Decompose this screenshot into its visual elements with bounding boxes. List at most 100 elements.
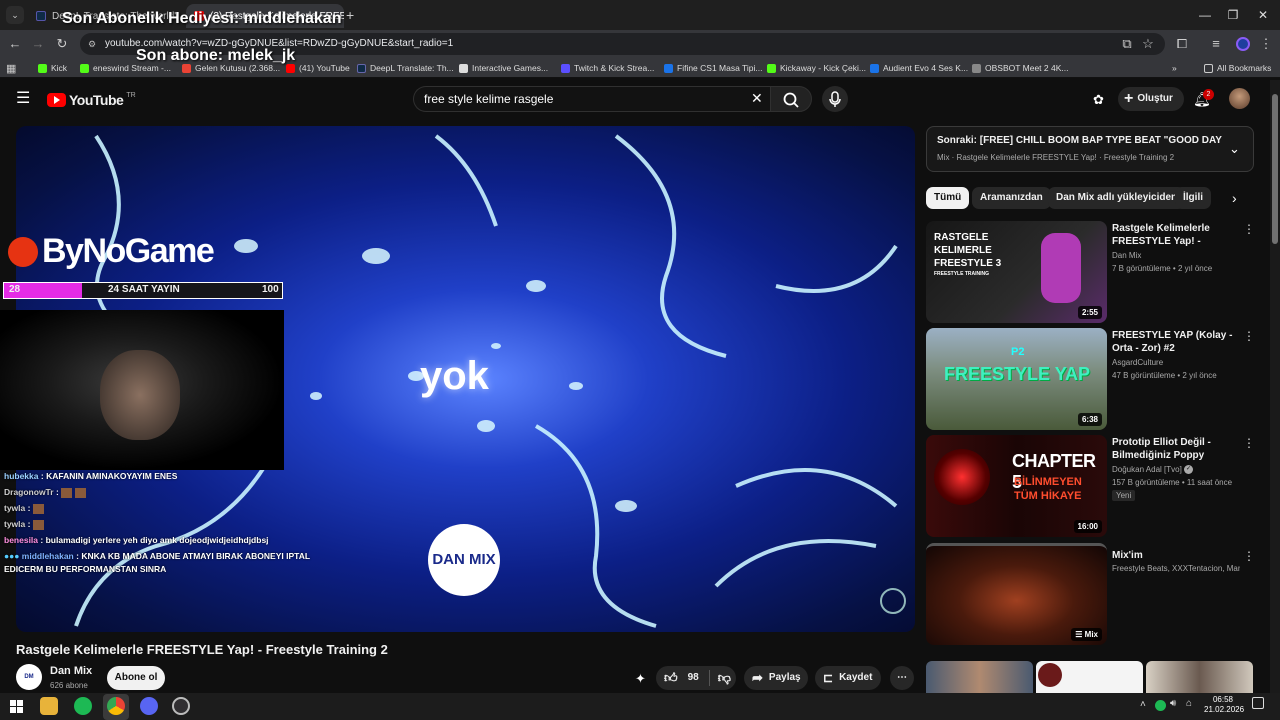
related-thumbnail[interactable]: CHAPTER 5 BİLİNMEYEN TÜM HİKAYE 16:00	[926, 435, 1107, 537]
bookmark-item[interactable]: Interactive Games...	[459, 58, 548, 78]
windows-start-icon[interactable]	[10, 700, 23, 713]
share-button[interactable]: ➦ Paylaş	[744, 666, 808, 690]
bookmark-item[interactable]: OBSBOT Meet 2 4K...	[972, 58, 1068, 78]
share-label: Paylaş	[768, 672, 801, 683]
chat-line: ●●● middlehakan : KNKA KB MADA ABONE ATM…	[4, 551, 311, 561]
network-icon[interactable]: ⌂	[1186, 698, 1192, 709]
thumb-text: FREESTYLE YAP	[944, 364, 1091, 384]
media-control-icon[interactable]: ≡	[1206, 33, 1226, 55]
profile-avatar[interactable]	[1236, 37, 1250, 51]
new-tab-button[interactable]: +	[346, 7, 360, 23]
related-channel[interactable]: Doğukan Adal [Tvo]	[1112, 465, 1192, 474]
like-count: 98	[687, 672, 699, 683]
obs-icon[interactable]	[172, 697, 190, 715]
related-title[interactable]: Rastgele Kelimelerle FREESTYLE Yap! - Fr…	[1112, 222, 1240, 248]
shelf-thumbnail[interactable]	[1146, 661, 1253, 693]
account-avatar[interactable]	[1229, 88, 1250, 109]
shelf-thumbnail[interactable]	[1036, 661, 1143, 693]
share-icon: ➦	[752, 670, 763, 685]
bookmark-item[interactable]: Kickaway - Kick Çeki...	[767, 58, 866, 78]
bookmark-item[interactable]: Audient Evo 4 Ses K...	[870, 58, 968, 78]
chevron-right-icon[interactable]: ›	[1232, 190, 1237, 206]
hamburger-menu-icon[interactable]: ☰	[16, 90, 32, 108]
related-channel[interactable]: Freestyle Beats, XXXTentacion, Manife...	[1112, 564, 1240, 573]
chat-user: DragonowTr	[4, 487, 54, 497]
forward-icon[interactable]: →	[28, 33, 48, 55]
related-title[interactable]: Prototip Elliot Değil - Bilmediğiniz Pop…	[1112, 436, 1240, 462]
scrollbar-thumb[interactable]	[1272, 94, 1278, 244]
chip-all[interactable]: Tümü	[926, 187, 970, 209]
discord-icon[interactable]	[140, 697, 158, 715]
more-options-icon[interactable]: ⋮	[1243, 222, 1255, 236]
subscribe-button[interactable]: Abone ol	[107, 666, 165, 690]
kick-icon	[38, 63, 47, 73]
more-options-icon[interactable]: ⋮	[1243, 549, 1255, 563]
related-title[interactable]: FREESTYLE YAP (Kolay - Orta - Zor) #2	[1112, 329, 1240, 355]
bookmark-item[interactable]: Kick	[38, 58, 67, 78]
save-button[interactable]: ⊏ Kaydet	[815, 666, 881, 690]
shelf-thumbnail[interactable]	[926, 661, 1033, 693]
notification-center-icon[interactable]	[1252, 697, 1264, 709]
chip-from-search[interactable]: Aramanızdan	[972, 187, 1051, 209]
chip-from-uploader[interactable]: Dan Mix adlı yükleyiciden	[1048, 187, 1186, 209]
related-channel[interactable]: Dan Mix	[1112, 251, 1257, 260]
more-options-icon[interactable]: ⋮	[1243, 329, 1255, 343]
related-title[interactable]: Mix'im	[1112, 549, 1240, 562]
tray-spotify-icon[interactable]	[1155, 700, 1166, 711]
bookmark-item[interactable]: DeepL Translate: Th...	[357, 58, 454, 78]
emote-icon	[61, 487, 73, 498]
youtube-logo[interactable]: YouTube TR	[47, 92, 136, 108]
chrome-icon[interactable]	[107, 697, 125, 715]
bookmark-star-icon[interactable]: ☆	[1138, 33, 1158, 55]
more-actions-button[interactable]: ⋯	[890, 666, 914, 690]
search-input[interactable]: free style kelime rasgele	[413, 86, 770, 112]
channel-name[interactable]: Dan Mix	[50, 665, 92, 677]
chrome-menu-icon[interactable]: ⋮	[1256, 33, 1276, 55]
close-window-icon[interactable]: ✕	[1254, 6, 1272, 24]
spotify-icon[interactable]	[74, 697, 92, 715]
back-icon[interactable]: ←	[5, 33, 25, 55]
tab-search-button[interactable]: ⌄	[6, 6, 24, 24]
search-button[interactable]	[770, 86, 812, 112]
chat-user: tywla	[4, 519, 26, 529]
kick-icon	[80, 63, 89, 73]
related-channel[interactable]: AsgardCulture	[1112, 358, 1257, 367]
chip-related[interactable]: İlgili	[1175, 187, 1211, 209]
related-thumbnail[interactable]: P2 FREESTYLE YAP 6:38	[926, 328, 1107, 430]
install-app-icon[interactable]: ⧉	[1117, 33, 1137, 55]
apps-grid-icon[interactable]: ▦	[6, 58, 16, 78]
site-info-icon[interactable]: ⚙	[88, 33, 96, 55]
dislike-icon[interactable]: 👎︎	[718, 666, 731, 690]
chat-msg: KNKA KB MADA ABONE ATMAYI BIRAK ABONEYI …	[81, 551, 311, 561]
ask-ai-icon[interactable]: ✦	[635, 671, 646, 687]
studio-icon[interactable]: ✿	[1093, 92, 1104, 108]
related-thumbnail[interactable]: ☰ Mix	[926, 543, 1107, 645]
voice-search-button[interactable]	[822, 86, 848, 112]
bookmark-item[interactable]: Twitch & Kick Strea...	[561, 58, 654, 78]
restore-icon[interactable]: ❐	[1224, 6, 1242, 24]
all-bookmarks-button[interactable]: All Bookmarks	[1204, 58, 1271, 78]
emote-icon	[32, 503, 44, 514]
up-next-panel[interactable]: Sonraki: [FREE] CHILL BOOM BAP TYPE BEAT…	[926, 126, 1254, 172]
bookmark-item[interactable]: (41) YouTube	[286, 58, 350, 78]
bookmarks-more-button[interactable]: »	[1172, 58, 1177, 78]
create-button[interactable]: + Oluştur	[1118, 87, 1184, 111]
tray-overflow-icon[interactable]: ˄	[1140, 699, 1146, 710]
page-scrollbar[interactable]	[1270, 80, 1280, 693]
related-thumbnail[interactable]: RASTGELE KELIMERLE FREESTYLE 3 FREESTYLE…	[926, 221, 1107, 323]
kick-icon	[767, 63, 776, 73]
like-icon[interactable]: 👍︎	[664, 666, 678, 690]
minimize-icon[interactable]: —	[1196, 6, 1214, 24]
video-duration: 2:55	[1077, 306, 1102, 319]
clear-search-icon[interactable]: ✕	[751, 90, 763, 107]
system-clock[interactable]: 06:58 21.02.2026	[1204, 695, 1244, 715]
channel-avatar[interactable]: DM	[16, 664, 42, 690]
channel-watermark-icon[interactable]	[880, 588, 906, 614]
reload-icon[interactable]: ↻	[52, 33, 72, 55]
file-explorer-icon[interactable]	[40, 697, 58, 715]
extensions-icon[interactable]: ⧠	[1172, 33, 1192, 55]
more-options-icon[interactable]: ⋮	[1243, 436, 1255, 450]
chevron-down-icon[interactable]: ⌄	[1229, 141, 1240, 157]
volume-icon[interactable]: 🔊︎	[1170, 698, 1176, 709]
bookmark-item[interactable]: Fifine CS1 Masa Tipi...	[664, 58, 763, 78]
